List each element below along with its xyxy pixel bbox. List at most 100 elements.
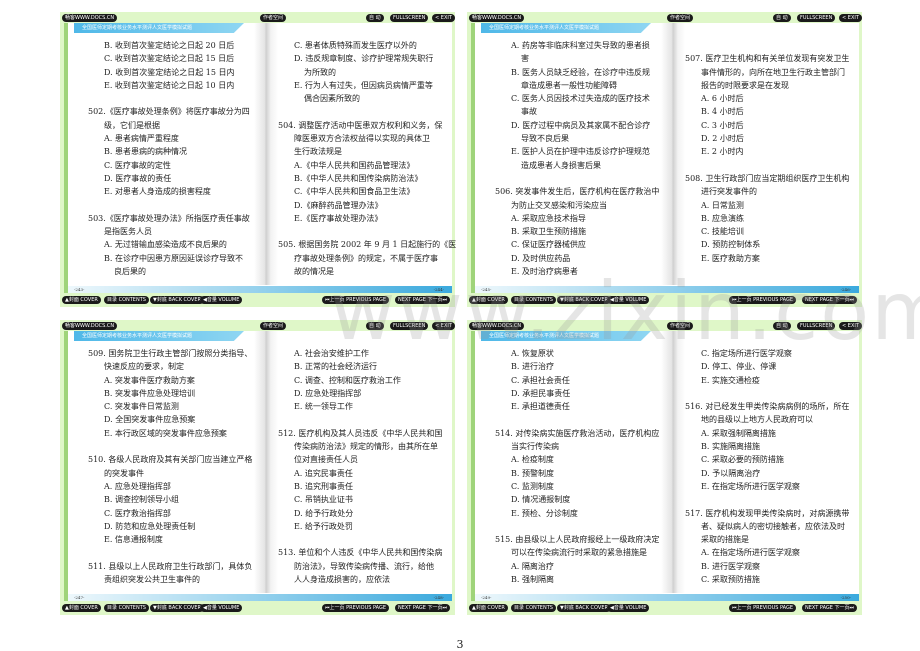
option-text: A. 日常监测 xyxy=(701,200,744,210)
option-text: D. 承担民事责任 xyxy=(511,388,571,398)
auto-button[interactable]: 自 动 xyxy=(773,14,791,22)
author-space-button[interactable]: 作者空间 xyxy=(260,322,287,330)
option-text: A. 采取强制隔离措施 xyxy=(701,428,776,438)
option-text: B. 收到首次鉴定结论之日起 20 日后 xyxy=(104,41,235,50)
book-spread: 畅客WWW.DOCS.CN 作者空间 自 动 FULLSCREEN < EXIT 全国医师… xyxy=(60,12,457,307)
author-space-button[interactable]: 作者空间 xyxy=(260,14,287,22)
option-text: E. 收到首次鉴定结论之日起 10 日内 xyxy=(104,80,235,90)
option-text: E. 2 小时内 xyxy=(701,147,744,157)
question-text: 505. 根据国务院 2002 年 9 月 1 日起施行的《医 xyxy=(278,240,457,250)
left-page-number: -249- xyxy=(481,595,492,600)
option-text: A. 在指定场所进行医学观察 xyxy=(701,548,800,558)
option-text: B. 进行治疗 xyxy=(511,362,554,372)
fullscreen-button[interactable]: FULLSCREEN xyxy=(390,14,429,22)
option-text: C. 调查、控制和医疗救治工作 xyxy=(294,375,401,385)
header-strip: 全国医师定期考核业务水平测评人文医学模拟试题 xyxy=(74,23,244,33)
back-cover-button[interactable]: ▼封底 BACK COVER xyxy=(557,604,611,612)
question-text: 510. 各级人民政府及其有关部门应当建立严格 xyxy=(88,455,253,465)
bottom-strip xyxy=(475,594,859,601)
watermark: www.zixin.com.cn xyxy=(330,265,920,358)
text-line: 造成患者人身损害后果 xyxy=(521,160,601,170)
option-text: B. 实施隔离措施 xyxy=(701,442,760,452)
option-text: A. 采取应急技术指导 xyxy=(511,213,586,223)
left-page: A. 恢复原状 B. 进行治疗 C. 承担社会责任 D. 承担民事责任 E. 承担道德责… xyxy=(483,347,668,586)
text-line: 偶合因素所致的 xyxy=(304,94,360,104)
next-page-button[interactable]: NEXT PAGE 下一页⏭ xyxy=(802,604,858,612)
contents-button[interactable]: 目录 CONTENTS xyxy=(104,296,149,304)
question-text: 513. 单位和个人违反《中华人民共和国传染病 xyxy=(278,548,443,558)
option-text: A. 应急处理指挥部 xyxy=(104,481,171,491)
text-line: 事故 xyxy=(521,107,537,117)
option-text: D. 及时供应药品 xyxy=(511,253,571,263)
option-text: D. 停工、停业、停课 xyxy=(701,362,777,372)
volume-button[interactable]: ◀音量 VOLUME xyxy=(200,604,243,612)
text-line: 者、疑似病人的密切接触者，应依法及时 xyxy=(701,521,845,531)
fullscreen-button[interactable]: FULLSCREEN xyxy=(797,14,836,22)
brand-link[interactable]: 畅客WWW.DOCS.CN xyxy=(469,14,525,22)
option-text: B. 采取卫生预防措施 xyxy=(511,227,586,237)
option-text: B. 突发事件应急处理培训 xyxy=(104,388,195,398)
sheet-page-number: 3 xyxy=(456,638,464,651)
option-text: A. 药房等非临床科室过失导致的患者损 xyxy=(511,41,650,50)
text-line: 为防止交叉感染和污染应当 xyxy=(511,200,607,210)
volume-button[interactable]: ◀音量 VOLUME xyxy=(200,296,243,304)
text-line: 良后果的 xyxy=(114,267,146,277)
option-text: D. 防范和应急处理责任制 xyxy=(104,521,196,531)
book-spread: 畅客WWW.DOCS.CN 作者空间自 动 FULLSCREEN < EXIT 全国医师… xyxy=(60,320,455,615)
back-cover-button[interactable]: ▼封底 BACK COVER xyxy=(150,604,204,612)
text-line xyxy=(673,39,858,52)
text-line xyxy=(483,520,668,533)
cover-button[interactable]: ▲封面 COVER xyxy=(62,604,101,612)
cover-button[interactable]: ▲封面 COVER xyxy=(62,296,101,304)
option-text: A.《中华人民共和国药品管理法》 xyxy=(294,160,415,170)
text-line: 害 xyxy=(521,54,529,64)
brand-link[interactable]: 畅客WWW.DOCS.CN xyxy=(62,14,118,22)
option-text: D. 违反规章制度、诊疗护理常规失职行 xyxy=(294,54,434,64)
option-text: E. 给予行政处罚 xyxy=(294,521,353,531)
back-cover-button[interactable]: ▼封底 BACK COVER xyxy=(150,296,204,304)
auto-button[interactable]: 自 动 xyxy=(366,14,384,22)
option-text: D. 情况通报制度 xyxy=(511,495,571,505)
contents-button[interactable]: 目录 CONTENTS xyxy=(511,604,556,612)
text-line: 为所致的 xyxy=(304,67,336,77)
exit-button[interactable]: < EXIT xyxy=(432,14,455,22)
book-pages: 全国医师定期考核业务水平测评人文医学模拟试题 -245- -246- A. 药房等非临… xyxy=(471,23,859,293)
text-line xyxy=(483,413,668,426)
option-text: C. 突发事件日常监测 xyxy=(104,402,179,412)
option-text: A. 6 小时后 xyxy=(701,94,744,104)
option-text: B. 医务人员缺乏经验，在诊疗中违反规 xyxy=(511,67,650,77)
option-text: B. 强制隔离 xyxy=(511,575,554,585)
exit-button[interactable]: < EXIT xyxy=(839,14,862,22)
next-page-button[interactable]: NEXT PAGE 下一页⏭ xyxy=(395,604,451,612)
option-text: C. 患者体质特殊而发生医疗以外的 xyxy=(294,41,417,50)
author-space-button[interactable]: 作者空间 xyxy=(667,14,694,22)
previous-page-button[interactable]: ⏮上一页 PREVIOUS PAGE xyxy=(729,604,797,612)
option-text: E. 信息通报制度 xyxy=(104,535,163,545)
text-line xyxy=(266,105,451,118)
text-line xyxy=(76,92,261,105)
option-text: E. 预检、分诊制度 xyxy=(511,508,578,518)
top-toolbar: 畅客WWW.DOCS.CN 作者空间 自 动 FULLSCREEN < EXIT xyxy=(60,12,455,23)
volume-button[interactable]: ◀音量 VOLUME xyxy=(607,604,650,612)
option-text: E. 医疗救助方案 xyxy=(701,253,760,263)
text-line xyxy=(266,413,451,426)
top-toolbar: 畅客WWW.DOCS.CN 作者空间 自 动 FULLSCREEN < EXIT xyxy=(467,12,862,23)
previous-page-button[interactable]: ⏮上一页 PREVIOUS PAGE xyxy=(322,604,390,612)
option-text: D. 收到首次鉴定结论之日起 15 日内 xyxy=(104,67,235,77)
brand-link[interactable]: 畅客WWW.DOCS.CN xyxy=(62,322,118,330)
text-line: 位对直接责任人员 xyxy=(294,455,358,465)
text-line: 快速反应的要求，制定 xyxy=(104,362,184,372)
option-text: C. 采取必要的预防措施 xyxy=(701,455,784,465)
text-line: 报告的时限要求是在发现 xyxy=(701,80,789,90)
left-page: B. 收到首次鉴定结论之日起 20 日后 C. 收到首次鉴定结论之日起 15 日后… xyxy=(76,39,261,278)
cover-button[interactable]: ▲封面 COVER xyxy=(469,604,508,612)
question-text: 517. 医疗机构发现甲类传染病时，对病源携带 xyxy=(685,508,850,518)
option-text: E. 承担道德责任 xyxy=(511,402,570,412)
option-text: B. 预警制度 xyxy=(511,468,554,478)
question-text: 515. 由县级以上人民政府报经上一级政府决定 xyxy=(495,535,660,545)
contents-button[interactable]: 目录 CONTENTS xyxy=(104,604,149,612)
option-text: B. 追究刑事责任 xyxy=(294,481,353,491)
text-line: 疗事故处理条例》的规定，不属于医疗事 xyxy=(294,253,438,263)
text-line: 级，它们是根据 xyxy=(104,120,160,130)
text-line: 采取的措施是 xyxy=(701,535,749,545)
